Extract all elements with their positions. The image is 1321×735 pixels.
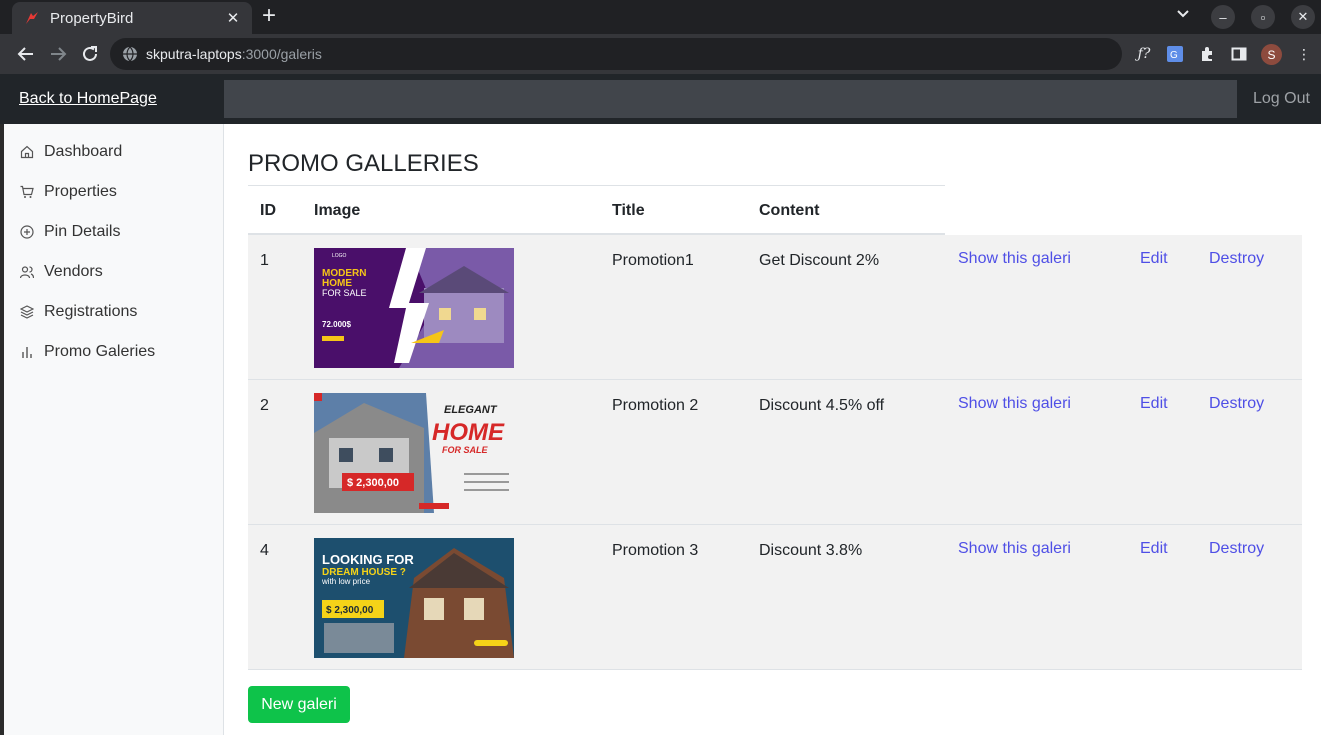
column-header-image: Image <box>314 202 361 219</box>
forward-arrow-icon[interactable] <box>46 42 70 66</box>
puzzle-extensions-icon[interactable] <box>1197 44 1217 64</box>
column-header-content: Content <box>759 202 820 219</box>
poster-line1: LOOKING FOR <box>322 552 414 567</box>
poster-line1: ELEGANT <box>444 404 498 416</box>
row-content: Discount 4.5% off <box>759 397 885 414</box>
sidebar-item-promo-galeries[interactable]: Promo Galeries <box>20 341 155 363</box>
poster-price: 72.000$ <box>322 320 351 329</box>
sidebar-item-vendors[interactable]: Vendors <box>20 261 103 283</box>
table-header: ID Image Title Content <box>248 185 945 235</box>
new-galeri-button[interactable]: New galeri <box>248 686 350 723</box>
app-navbar: Back to HomePage Log Out <box>0 74 1321 124</box>
side-panel-icon[interactable] <box>1229 44 1249 64</box>
poster-price: $ 2,300,00 <box>326 605 374 616</box>
row-title: Promotion1 <box>612 252 694 269</box>
poster-line3: with low price <box>321 577 371 586</box>
row-content: Discount 3.8% <box>759 542 863 559</box>
sidebar-item-label: Registrations <box>44 303 138 320</box>
sidebar: Dashboard Properties Pin Details Vendors… <box>4 124 224 735</box>
home-icon <box>20 145 34 159</box>
url-host: skputra-laptops <box>146 46 242 62</box>
minimize-icon[interactable]: – <box>1211 5 1235 29</box>
show-galeri-link[interactable]: Show this galeri <box>958 395 1071 413</box>
promo-image: LOGO MODERN HOME FOR SALE 72.000$ <box>314 248 514 368</box>
row-title: Promotion 3 <box>612 542 699 559</box>
sidebar-item-label: Vendors <box>44 263 103 280</box>
sidebar-item-dashboard[interactable]: Dashboard <box>20 141 122 163</box>
edit-link[interactable]: Edit <box>1140 540 1168 558</box>
site-info-icon[interactable] <box>122 46 138 62</box>
address-bar[interactable]: skputra-laptops:3000/galeris <box>110 38 1122 70</box>
poster-line2: HOME <box>432 419 505 446</box>
profile-avatar[interactable]: S <box>1261 44 1282 65</box>
sidebar-item-pin-details[interactable]: Pin Details <box>20 221 120 243</box>
bird-favicon-icon <box>26 12 38 24</box>
row-id: 1 <box>260 252 269 269</box>
svg-text:G: G <box>1170 50 1178 61</box>
browser-tab-strip: PropertyBird ✕ + – ▫ ✕ <box>0 0 1321 34</box>
font-extension-icon[interactable]: ƒ? <box>1134 44 1154 64</box>
sidebar-item-label: Promo Galeries <box>44 343 156 360</box>
sidebar-item-label: Dashboard <box>44 143 123 160</box>
translate-extension-icon[interactable]: G <box>1165 44 1185 64</box>
back-arrow-icon[interactable] <box>14 42 38 66</box>
reload-icon[interactable] <box>78 42 102 66</box>
cart-icon <box>20 185 34 198</box>
column-header-title: Title <box>612 202 645 219</box>
tab-search-chevron-icon[interactable] <box>1176 6 1190 23</box>
layers-icon <box>20 305 34 319</box>
table-row: 2 ELEGANT HOME FOR SALE $ 2,300,00 Promo… <box>248 380 1302 525</box>
restore-icon[interactable]: ▫ <box>1251 5 1275 29</box>
plus-circle-icon <box>20 225 34 239</box>
destroy-link[interactable]: Destroy <box>1209 395 1264 413</box>
close-window-icon[interactable]: ✕ <box>1291 5 1315 29</box>
tab-title: PropertyBird <box>50 9 134 27</box>
url-path: :3000/galeris <box>241 46 322 62</box>
row-id: 4 <box>260 542 269 559</box>
sidebar-item-label: Properties <box>44 183 117 200</box>
table-row: 1 LOGO MODERN HOME FOR SALE 72.000$ Prom… <box>248 235 1302 380</box>
sidebar-item-registrations[interactable]: Registrations <box>20 301 137 323</box>
main-content: PROMO GALLERIES ID Image Title Content 1… <box>224 124 1321 735</box>
show-galeri-link[interactable]: Show this galeri <box>958 250 1071 268</box>
new-tab-icon[interactable]: + <box>262 4 276 28</box>
destroy-link[interactable]: Destroy <box>1209 540 1264 558</box>
browser-tab[interactable]: PropertyBird ✕ <box>12 2 252 34</box>
promo-image: ELEGANT HOME FOR SALE $ 2,300,00 <box>314 393 514 513</box>
promo-image: LOOKING FOR DREAM HOUSE ? with low price… <box>314 538 514 658</box>
back-to-homepage-link[interactable]: Back to HomePage <box>19 90 157 108</box>
browser-toolbar: skputra-laptops:3000/galeris ƒ? G S ⋮ <box>0 34 1321 74</box>
more-menu-icon[interactable]: ⋮ <box>1294 44 1314 64</box>
sidebar-item-label: Pin Details <box>44 223 121 240</box>
sidebar-item-properties[interactable]: Properties <box>20 181 117 203</box>
logout-link[interactable]: Log Out <box>1253 90 1310 108</box>
page-title: PROMO GALLERIES <box>248 150 479 177</box>
poster-line3: FOR SALE <box>442 445 488 455</box>
poster-price: $ 2,300,00 <box>347 477 399 489</box>
navbar-search-bar[interactable] <box>224 80 1237 118</box>
tab-close-icon[interactable]: ✕ <box>224 9 242 27</box>
row-content: Get Discount 2% <box>759 252 880 269</box>
show-galeri-link[interactable]: Show this galeri <box>958 540 1071 558</box>
column-header-id: ID <box>260 202 276 219</box>
destroy-link[interactable]: Destroy <box>1209 250 1264 268</box>
poster-logo: LOGO <box>332 253 347 259</box>
edit-link[interactable]: Edit <box>1140 395 1168 413</box>
bar-chart-icon <box>22 347 32 358</box>
users-icon <box>20 266 34 279</box>
row-title: Promotion 2 <box>612 397 699 414</box>
edit-link[interactable]: Edit <box>1140 250 1168 268</box>
table-row: 4 LOOKING FOR DREAM HOUSE ? with low pri… <box>248 525 1302 670</box>
poster-line3: FOR SALE <box>322 288 367 298</box>
row-id: 2 <box>260 397 269 414</box>
